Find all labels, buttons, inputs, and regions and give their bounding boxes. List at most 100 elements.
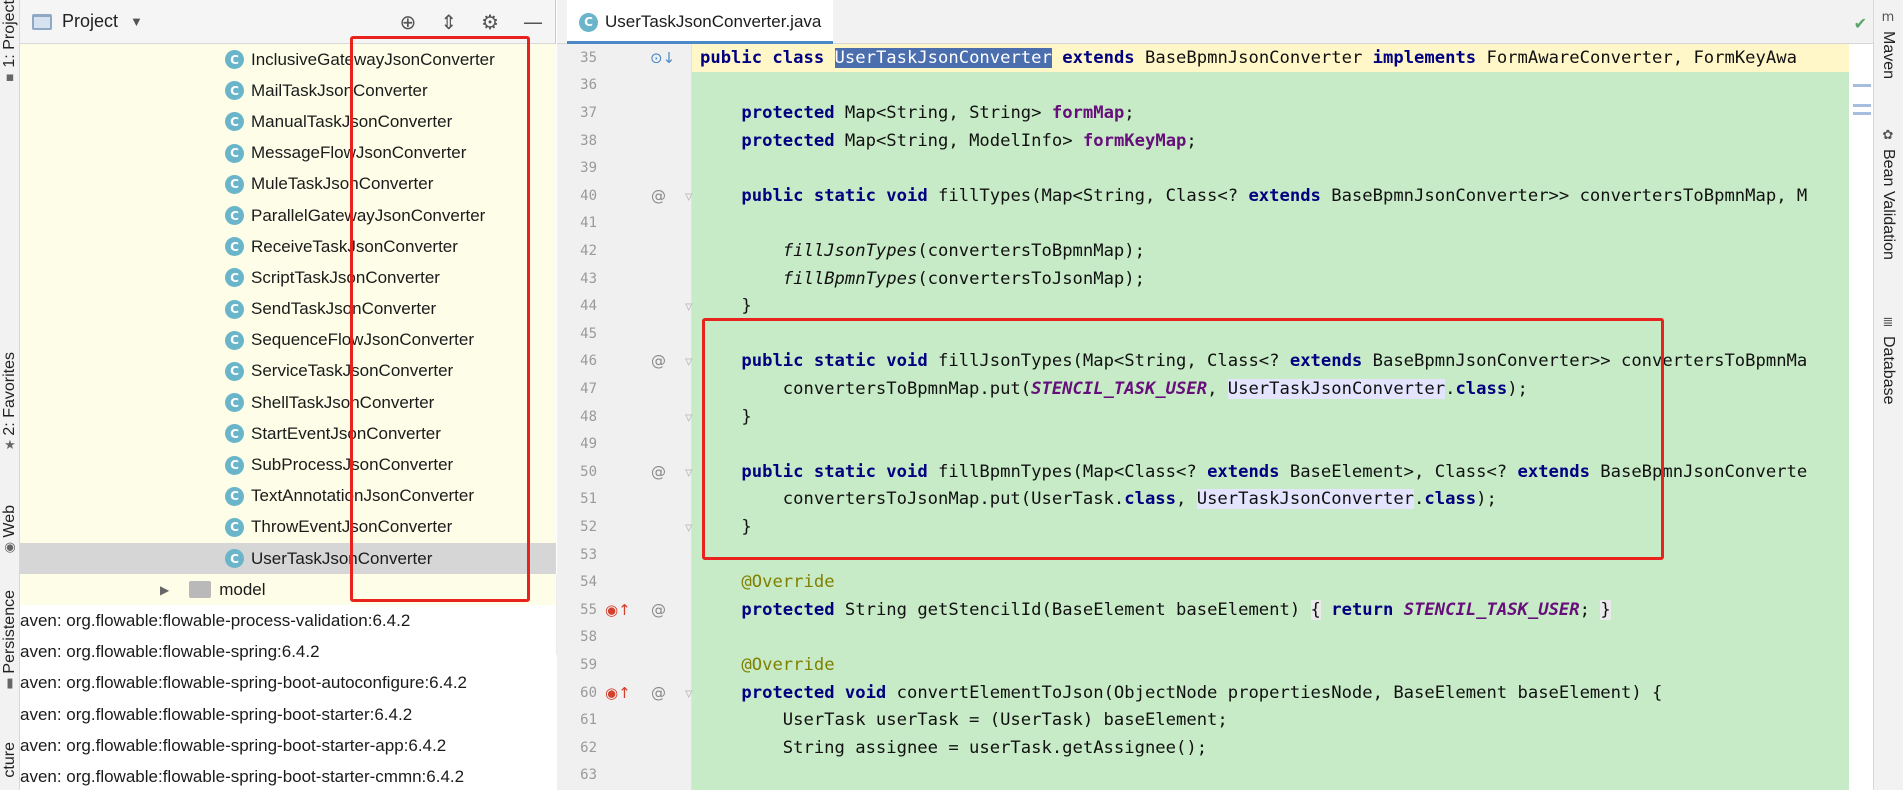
tool-tab-favorites[interactable]: 2: Favorites ★ — [0, 352, 20, 455]
class-icon: C — [225, 268, 244, 288]
minimize-icon[interactable]: — — [523, 10, 543, 34]
tree-item[interactable]: C SequenceFlowJsonConverter — [20, 324, 556, 356]
code-line[interactable]: 36 — [557, 72, 1873, 100]
gutter-marker-icon[interactable]: @ — [651, 187, 666, 205]
minimap-marker — [1853, 112, 1871, 115]
tree-item-selected[interactable]: C UserTaskJsonConverter — [20, 543, 556, 575]
code-line[interactable]: 54 @Override — [557, 568, 1873, 596]
tool-tab-web[interactable]: Web ◉ — [0, 505, 20, 557]
tree-item[interactable]: C MessageFlowJsonConverter — [20, 137, 556, 169]
code-line[interactable]: 61 UserTask userTask = (UserTask) baseEl… — [557, 706, 1873, 734]
gutter-marker-icon[interactable]: @ — [651, 684, 666, 702]
line-number: 48 — [580, 408, 597, 425]
class-icon: C — [225, 517, 244, 537]
code-line[interactable]: 60 ◉↑ @ ▿ protected void convertElementToJs… — [557, 679, 1873, 707]
line-number: 46 — [580, 353, 597, 370]
tree-item[interactable]: C ScriptTaskJsonConverter — [20, 262, 556, 294]
line-number: 38 — [580, 132, 597, 149]
code-line[interactable]: 35 ⊙↓ public class UserTaskJsonConverter e… — [557, 44, 1873, 72]
chevron-right-icon[interactable]: ▶ — [160, 583, 169, 597]
library-item[interactable]: aven: org.flowable:flowable-spring-boot-… — [20, 698, 556, 731]
gutter-marker-icon[interactable]: @ — [651, 463, 666, 481]
code-line[interactable]: 49 — [557, 430, 1873, 458]
code-text: protected void convertElementToJson(Obje… — [741, 682, 1663, 703]
project-folder-icon — [32, 13, 52, 30]
code-line[interactable]: 41 — [557, 210, 1873, 238]
code-text: @Override — [741, 654, 835, 675]
tree-folder-model[interactable]: ▶ model — [20, 574, 556, 606]
code-text: public class UserTaskJsonConverter exten… — [700, 47, 1797, 68]
collapse-all-icon[interactable]: ⇕ — [440, 10, 457, 34]
gutter-marker-icon[interactable]: ▿ — [685, 463, 693, 481]
tree-item[interactable]: C MuleTaskJsonConverter — [20, 168, 556, 200]
library-item[interactable]: aven: org.flowable:flowable-spring-boot-… — [20, 667, 556, 699]
tree-item[interactable]: C TextAnnotationJsonConverter — [20, 480, 556, 512]
code-line[interactable]: 48 ▿ } — [557, 403, 1873, 431]
bean-validation-icon: ✿ — [1882, 128, 1894, 143]
locate-icon[interactable]: ⊕ — [400, 10, 417, 34]
code-line[interactable]: 50 @ ▿ public static void fillBpmnTypes(Ma… — [557, 458, 1873, 486]
gutter-marker-icon[interactable]: @ — [651, 601, 666, 619]
tree-item[interactable]: C MailTaskJsonConverter — [20, 75, 556, 107]
code-line[interactable]: 40 @ ▿ public static void fillTypes(Map<St… — [557, 182, 1873, 210]
code-line[interactable]: 55 ◉↑ @ protected String getStencilId(Base… — [557, 596, 1873, 624]
library-item[interactable]: aven: org.flowable:flowable-process-vali… — [20, 605, 556, 637]
gutter-marker-icon[interactable]: ◉↑ — [605, 601, 631, 619]
tree-item[interactable]: C StartEventJsonConverter — [20, 418, 556, 450]
code-line[interactable]: 42 fillJsonTypes(convertersToBpmnMap); — [557, 237, 1873, 265]
gutter-marker-icon[interactable]: ▿ — [685, 187, 693, 205]
tree-item[interactable]: C InclusiveGatewayJsonConverter — [20, 44, 556, 76]
tree-item[interactable]: C ThrowEventJsonConverter — [20, 511, 556, 543]
code-line[interactable]: 62 String assignee = userTask.getAssigne… — [557, 734, 1873, 762]
code-text: } — [700, 406, 752, 427]
code-line[interactable]: 58 — [557, 624, 1873, 652]
gutter-marker-icon[interactable]: ▿ — [685, 684, 693, 702]
code-line[interactable]: 52 ▿ } — [557, 513, 1873, 541]
tree-item[interactable]: C ReceiveTaskJsonConverter — [20, 231, 556, 263]
line-number: 47 — [580, 380, 597, 397]
code-line[interactable]: 59 @Override — [557, 651, 1873, 679]
gutter-marker-icon[interactable]: ⊙↓ — [650, 49, 675, 67]
code-line[interactable]: 44 ▿ } — [557, 292, 1873, 320]
left-tool-strip: 1: Project ▪ 2: Favorites ★ Web ◉ Persis… — [0, 0, 20, 790]
line-number: 53 — [580, 546, 597, 563]
tool-tab-structure[interactable]: cture — [0, 742, 20, 778]
tree-item[interactable]: C ServiceTaskJsonConverter — [20, 355, 556, 388]
gutter-marker-icon[interactable]: ▿ — [685, 408, 693, 426]
gutter-marker-icon[interactable]: ◉↑ — [605, 684, 631, 702]
gutter-marker-icon[interactable]: ▿ — [685, 518, 693, 536]
gear-icon[interactable]: ⚙ — [481, 10, 499, 34]
code-line[interactable]: 39 — [557, 154, 1873, 182]
code-line[interactable]: 46 @ ▿ public static void fillJsonTypes(Ma… — [557, 348, 1873, 376]
gutter-marker-icon[interactable]: @ — [651, 352, 666, 370]
code-line[interactable]: 37 protected Map<String, String> formMap… — [557, 99, 1873, 127]
tool-tab-database[interactable]: ≣ Database — [1873, 315, 1903, 405]
gutter-marker-icon[interactable]: ▿ — [685, 297, 693, 315]
class-icon: C — [579, 12, 598, 32]
code-line[interactable]: 47 convertersToBpmnMap.put(STENCIL_TASK_… — [557, 375, 1873, 403]
tool-tab-maven[interactable]: m Maven — [1873, 10, 1903, 79]
tab-usertaskjsonconverter[interactable]: C UserTaskJsonConverter.java — [567, 0, 834, 44]
tree-item[interactable]: C SubProcessJsonConverter — [20, 449, 556, 481]
library-item[interactable]: aven: org.flowable:flowable-spring:6.4.2 — [20, 636, 556, 668]
code-line[interactable]: 38 protected Map<String, ModelInfo> form… — [557, 127, 1873, 155]
star-icon: ★ — [4, 437, 16, 453]
project-title: Project — [62, 11, 119, 31]
code-line[interactable]: 43 fillBpmnTypes(convertersToJsonMap); — [557, 265, 1873, 293]
tree-item[interactable]: C SendTaskJsonConverter — [20, 293, 556, 325]
tree-item[interactable]: C ManualTaskJsonConverter — [20, 106, 556, 138]
tree-item[interactable]: C ShellTaskJsonConverter — [20, 387, 556, 419]
code-line[interactable]: 63 — [557, 762, 1873, 790]
code-line[interactable]: 45 — [557, 320, 1873, 348]
tool-tab-persistence[interactable]: Persistence ▮ — [0, 590, 20, 693]
tool-tab-project[interactable]: 1: Project ▪ — [0, 0, 20, 87]
code-text: protected Map<String, ModelInfo> formKey… — [741, 130, 1197, 151]
code-line[interactable]: 53 — [557, 541, 1873, 569]
code-line[interactable]: 51 convertersToJsonMap.put(UserTask.clas… — [557, 486, 1873, 514]
library-item[interactable]: aven: org.flowable:flowable-spring-boot-… — [20, 761, 556, 790]
library-item[interactable]: aven: org.flowable:flowable-spring-boot-… — [20, 730, 556, 762]
tool-tab-bean-validation[interactable]: ✿ Bean Validation — [1873, 128, 1903, 260]
tree-item[interactable]: C ParallelGatewayJsonConverter — [20, 199, 556, 232]
gutter-marker-icon[interactable]: ▿ — [685, 352, 693, 370]
project-view-selector[interactable]: Project ▼ — [20, 11, 143, 32]
